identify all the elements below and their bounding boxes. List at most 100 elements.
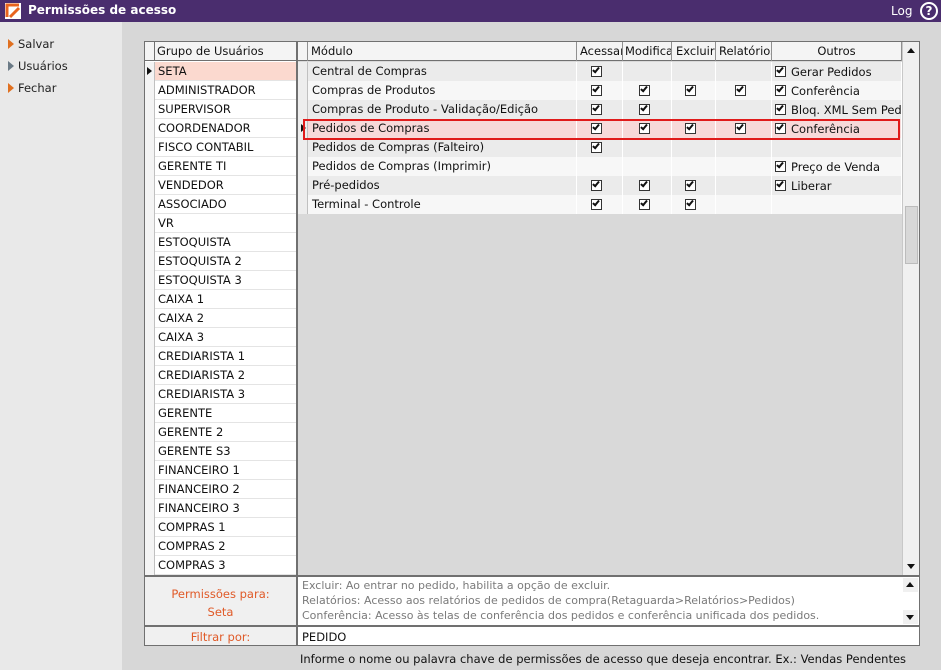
other-permission-checkbox[interactable] xyxy=(775,179,786,191)
group-row[interactable]: COMPRAS 2 xyxy=(145,537,296,556)
col-acessar[interactable]: Acessar xyxy=(577,42,623,61)
col-modulo[interactable]: Módulo xyxy=(308,42,577,61)
close-button[interactable]: Fechar xyxy=(8,81,56,99)
permissions-group-name: Seta xyxy=(207,605,234,619)
row-indicator xyxy=(145,556,155,575)
acessar-checkbox[interactable] xyxy=(591,122,602,134)
group-row[interactable]: SETA xyxy=(145,62,296,81)
group-row[interactable]: GERENTE TI xyxy=(145,157,296,176)
acessar-checkbox[interactable] xyxy=(591,65,602,77)
module-row[interactable]: Compras de Produtos Conferência xyxy=(298,81,902,100)
group-row[interactable]: CAIXA 3 xyxy=(145,328,296,347)
group-name: COMPRAS 2 xyxy=(158,539,226,553)
group-row[interactable]: CREDIARISTA 2 xyxy=(145,366,296,385)
scroll-down-button[interactable] xyxy=(904,559,918,573)
cell-relatorios xyxy=(716,100,772,119)
module-row[interactable]: Pedidos de Compras (Imprimir) Preço de Ve… xyxy=(298,157,902,176)
description-scroll-up[interactable] xyxy=(903,578,918,592)
other-permission-checkbox[interactable] xyxy=(775,122,786,134)
col-relatorios[interactable]: Relatórios xyxy=(716,42,772,61)
cell-modificar xyxy=(623,100,672,119)
log-link[interactable]: Log xyxy=(891,4,912,18)
save-button[interactable]: Salvar xyxy=(8,37,54,55)
users-button[interactable]: Usuários xyxy=(8,59,68,77)
group-row[interactable]: GERENTE xyxy=(145,404,296,423)
module-row[interactable]: Pedidos de Compras (Falteiro) xyxy=(298,138,902,157)
group-row[interactable]: ADMINISTRADOR xyxy=(145,81,296,100)
group-name: SETA xyxy=(158,64,187,78)
group-row[interactable]: SUPERVISOR xyxy=(145,100,296,119)
module-row[interactable]: Terminal - Controle xyxy=(298,195,902,214)
modificar-checkbox[interactable] xyxy=(639,198,650,210)
cell-excluir xyxy=(672,100,716,119)
excluir-checkbox[interactable] xyxy=(685,179,696,191)
modules-scrollbar[interactable] xyxy=(902,42,919,575)
modificar-checkbox[interactable] xyxy=(639,84,650,96)
description-scroll-down[interactable] xyxy=(903,610,918,624)
group-row[interactable]: GERENTE S3 xyxy=(145,442,296,461)
modificar-checkbox[interactable] xyxy=(639,179,650,191)
filter-input[interactable]: PEDIDO xyxy=(297,626,920,646)
group-row[interactable]: COMPRAS 3 xyxy=(145,556,296,575)
help-icon[interactable]: ? xyxy=(920,2,938,20)
excluir-checkbox[interactable] xyxy=(685,122,696,134)
group-row[interactable]: VENDEDOR xyxy=(145,176,296,195)
acessar-checkbox[interactable] xyxy=(591,179,602,191)
cell-excluir xyxy=(672,119,716,138)
group-row[interactable]: COMPRAS 1 xyxy=(145,518,296,537)
groups-header-label: Grupo de Usuários xyxy=(157,44,264,58)
module-row[interactable]: Central de Compras Gerar Pedidos xyxy=(298,62,902,81)
other-permission-checkbox[interactable] xyxy=(775,65,786,77)
current-row-icon xyxy=(301,124,306,132)
row-indicator xyxy=(145,271,155,290)
group-row[interactable]: FISCO CONTABIL xyxy=(145,138,296,157)
relatorios-checkbox[interactable] xyxy=(735,84,746,96)
acessar-checkbox[interactable] xyxy=(591,103,602,115)
col-outros[interactable]: Outros xyxy=(772,42,902,61)
group-row[interactable]: ASSOCIADO xyxy=(145,195,296,214)
relatorios-checkbox[interactable] xyxy=(735,122,746,134)
group-row[interactable]: CREDIARISTA 3 xyxy=(145,385,296,404)
cell-outros: Conferência xyxy=(772,119,902,138)
group-row[interactable]: GERENTE 2 xyxy=(145,423,296,442)
col-modificar[interactable]: Modifica xyxy=(623,42,672,61)
scroll-up-button[interactable] xyxy=(904,44,918,58)
permissions-description[interactable]: Excluir: Ao entrar no pedido, habilita a… xyxy=(297,576,920,626)
check-icon xyxy=(686,198,694,207)
excluir-checkbox[interactable] xyxy=(685,198,696,210)
module-row[interactable]: Compras de Produto - Validação/Edição Blo… xyxy=(298,100,912,119)
module-row[interactable]: Pedidos de Compras Conferência xyxy=(298,119,902,138)
modificar-checkbox[interactable] xyxy=(639,103,650,115)
group-name: CREDIARISTA 2 xyxy=(158,368,246,382)
excluir-checkbox[interactable] xyxy=(685,84,696,96)
filter-hint: Informe o nome ou palavra chave de permi… xyxy=(300,652,907,666)
other-permission-checkbox[interactable] xyxy=(775,103,786,115)
row-indicator xyxy=(298,138,308,157)
group-row[interactable]: CAIXA 2 xyxy=(145,309,296,328)
group-row[interactable]: FINANCEIRO 3 xyxy=(145,499,296,518)
other-permission-checkbox[interactable] xyxy=(775,160,786,172)
cell-modificar xyxy=(623,176,672,195)
module-row[interactable]: Pré-pedidos Liberar xyxy=(298,176,902,195)
group-name: GERENTE xyxy=(158,406,213,420)
group-row[interactable]: CAIXA 1 xyxy=(145,290,296,309)
group-row[interactable]: ESTOQUISTA xyxy=(145,233,296,252)
group-row[interactable]: COORDENADOR xyxy=(145,119,296,138)
groups-header: Grupo de Usuários xyxy=(145,42,296,61)
group-row[interactable]: FINANCEIRO 2 xyxy=(145,480,296,499)
group-row[interactable]: FINANCEIRO 1 xyxy=(145,461,296,480)
group-row[interactable]: CREDIARISTA 1 xyxy=(145,347,296,366)
row-indicator xyxy=(145,119,155,138)
acessar-checkbox[interactable] xyxy=(591,198,602,210)
col-excluir[interactable]: Excluir xyxy=(672,42,716,61)
group-row[interactable]: ESTOQUISTA 2 xyxy=(145,252,296,271)
acessar-checkbox[interactable] xyxy=(591,84,602,96)
group-row[interactable]: ESTOQUISTA 3 xyxy=(145,271,296,290)
cell-relatorios xyxy=(716,138,772,157)
other-permission-checkbox[interactable] xyxy=(775,84,786,96)
modificar-checkbox[interactable] xyxy=(639,122,650,134)
scrollbar-thumb[interactable] xyxy=(905,206,918,264)
window-title: Permissões de acesso xyxy=(28,3,177,17)
acessar-checkbox[interactable] xyxy=(591,141,602,153)
group-row[interactable]: VR xyxy=(145,214,296,233)
